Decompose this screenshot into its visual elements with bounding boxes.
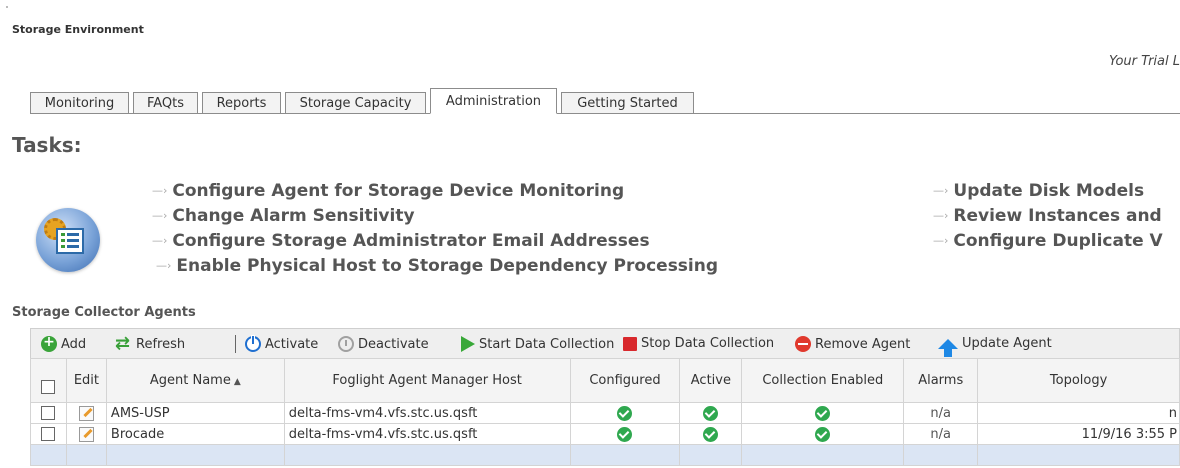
task-link-configure-duplicate[interactable]: —› Configure Duplicate V (933, 231, 1163, 251)
configured-cell (569, 423, 681, 445)
checklist-icon (56, 228, 84, 254)
check-circle-icon (703, 405, 719, 421)
agent-name-cell: AMS-USP (105, 402, 285, 424)
alarms-cell: n/a (903, 423, 979, 445)
refresh-icon (115, 333, 132, 354)
collector-agents-heading: Storage Collector Agents (12, 305, 196, 320)
collection-enabled-cell (741, 444, 905, 466)
agents-toolbar: Add Refresh Activate Deactivate Start Da… (30, 328, 1180, 359)
agent-name-cell (105, 444, 285, 466)
check-circle-icon (617, 405, 633, 421)
edit-icon[interactable] (78, 405, 94, 421)
power-icon (245, 335, 261, 352)
configured-cell (569, 444, 681, 466)
admin-tasks-icon (36, 208, 100, 272)
row-checkbox[interactable] (41, 427, 56, 441)
edit-icon[interactable] (78, 426, 94, 442)
agents-table: Edit Agent Name ▲ Foglight Agent Manager … (30, 358, 1180, 466)
task-link-update-disk-models[interactable]: —› Update Disk Models (933, 181, 1144, 201)
tab-monitoring[interactable]: Monitoring (30, 92, 129, 114)
active-cell (679, 402, 743, 424)
task-link-change-alarm-sensitivity[interactable]: —› Change Alarm Sensitivity (152, 206, 415, 226)
configured-cell (569, 402, 681, 424)
collection-enabled-cell (741, 402, 905, 424)
tasks-heading: Tasks: (12, 133, 82, 157)
trial-notice[interactable]: Your Trial L (1109, 54, 1180, 69)
tab-storage-capacity[interactable]: Storage Capacity (285, 92, 426, 114)
task-link-configure-admin-email[interactable]: —› Configure Storage Administrator Email … (152, 231, 650, 251)
check-circle-icon (617, 426, 633, 442)
arrow-right-icon: —› (156, 259, 172, 272)
remove-icon (795, 336, 811, 352)
task-link-review-instances[interactable]: —› Review Instances and (933, 206, 1162, 226)
edit-cell (65, 423, 107, 445)
task-link-enable-host-dependency[interactable]: —› Enable Physical Host to Storage Depend… (156, 256, 718, 276)
row-checkbox[interactable] (41, 406, 56, 420)
start-data-collection-button[interactable]: Start Data Collection (461, 336, 614, 352)
tab-administration[interactable]: Administration (430, 88, 557, 114)
arrow-right-icon: —› (152, 209, 168, 222)
arrow-right-icon: —› (152, 234, 168, 247)
activate-button[interactable]: Activate (245, 335, 318, 352)
column-header-agent-name[interactable]: Agent Name ▲ (105, 358, 285, 403)
tab-reports[interactable]: Reports (202, 92, 281, 114)
table-row-selected[interactable] (30, 444, 1180, 466)
edit-cell (65, 402, 107, 424)
arrow-up-icon (938, 338, 958, 357)
arrow-right-icon: —› (933, 209, 949, 222)
check-circle-icon (815, 426, 831, 442)
select-all-checkbox[interactable] (41, 379, 56, 394)
page-title: Storage Environment (12, 23, 144, 36)
column-header-alarms[interactable]: Alarms (903, 358, 979, 403)
row-select-cell (30, 423, 67, 445)
tab-getting-started[interactable]: Getting Started (561, 92, 694, 114)
deactivate-button[interactable]: Deactivate (338, 336, 429, 352)
corner-dot (6, 6, 8, 8)
collection-enabled-cell (741, 423, 905, 445)
stop-icon (623, 336, 637, 351)
task-link-configure-agent[interactable]: —› Configure Agent for Storage Device Mon… (152, 181, 624, 201)
topology-cell (977, 444, 1180, 466)
add-button[interactable]: Add (41, 334, 86, 352)
row-select-cell (30, 402, 67, 424)
topology-cell: n (977, 402, 1180, 424)
sort-ascending-icon: ▲ (233, 377, 241, 387)
agent-name-cell: Brocade (105, 423, 285, 445)
column-header-collection-enabled[interactable]: Collection Enabled (741, 358, 905, 403)
deactivate-icon (338, 336, 354, 352)
table-row[interactable]: Brocade delta-fms-vm4.vfs.stc.us.qsft n/… (30, 423, 1180, 445)
row-select-cell (30, 444, 67, 466)
arrow-right-icon: —› (933, 184, 949, 197)
active-cell (679, 444, 743, 466)
alarms-cell (903, 444, 979, 466)
arrow-right-icon: —› (933, 234, 949, 247)
column-header-host[interactable]: Foglight Agent Manager Host (283, 358, 571, 403)
table-row[interactable]: AMS-USP delta-fms-vm4.vfs.stc.us.qsft n/… (30, 402, 1180, 424)
update-agent-button[interactable]: Update Agent (938, 336, 1052, 357)
column-header-edit: Edit (65, 358, 107, 403)
toolbar-divider (235, 335, 236, 353)
host-cell (283, 444, 571, 466)
alarms-cell: n/a (903, 402, 979, 424)
tab-faqts[interactable]: FAQts (133, 92, 198, 114)
active-cell (679, 423, 743, 445)
host-cell: delta-fms-vm4.vfs.stc.us.qsft (283, 402, 571, 424)
host-cell: delta-fms-vm4.vfs.stc.us.qsft (283, 423, 571, 445)
tab-bar: Monitoring FAQts Reports Storage Capacit… (30, 88, 1180, 114)
check-circle-icon (703, 426, 719, 442)
column-header-topology[interactable]: Topology (977, 358, 1180, 403)
column-header-configured[interactable]: Configured (569, 358, 681, 403)
edit-cell (65, 444, 107, 466)
topology-cell: 11/9/16 3:55 P (977, 423, 1180, 445)
column-header-active[interactable]: Active (679, 358, 743, 403)
play-icon (461, 336, 475, 352)
select-all-header[interactable] (30, 358, 67, 403)
check-circle-icon (815, 405, 831, 421)
remove-agent-button[interactable]: Remove Agent (795, 336, 910, 352)
add-icon (41, 334, 57, 352)
table-header-row: Edit Agent Name ▲ Foglight Agent Manager … (30, 358, 1180, 403)
stop-data-collection-button[interactable]: Stop Data Collection (623, 336, 774, 351)
arrow-right-icon: —› (152, 184, 168, 197)
refresh-button[interactable]: Refresh (115, 333, 185, 354)
